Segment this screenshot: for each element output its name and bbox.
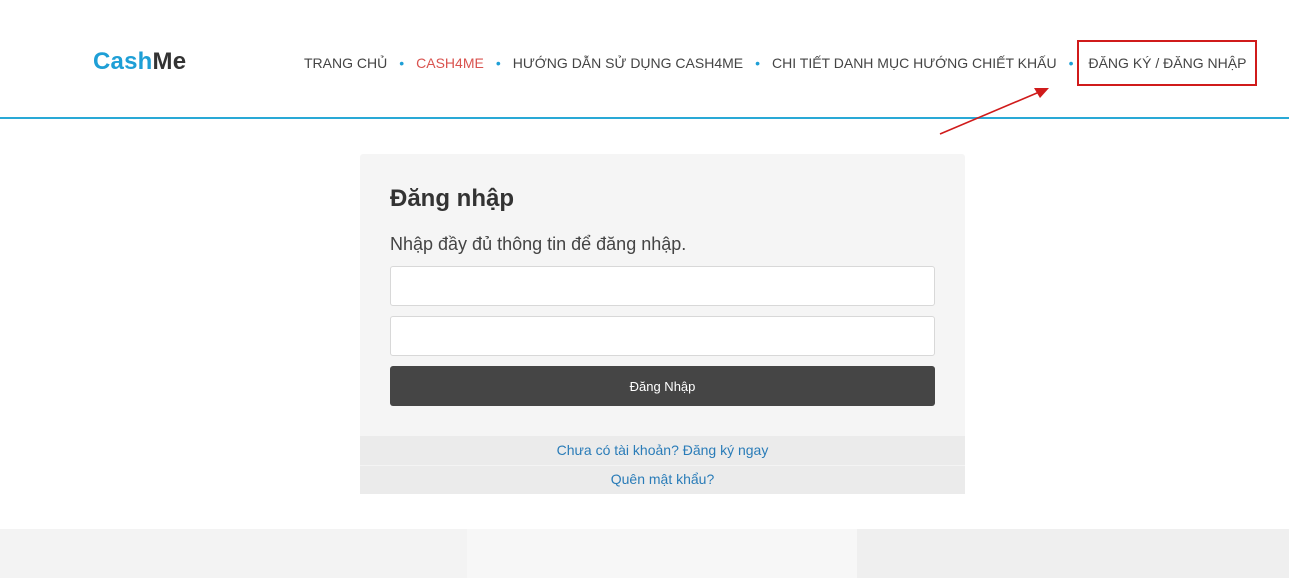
nav-cash4me[interactable]: CASH4ME: [416, 52, 484, 74]
footer-band-right: [857, 529, 1289, 578]
login-card: Đăng nhập Nhập đầy đủ thông tin để đăng …: [360, 154, 965, 494]
footer-band-middle: [467, 529, 857, 578]
main-nav: TRANG CHỦ • CASH4ME • HƯỚNG DẪN SỬ DỤNG …: [304, 40, 1258, 86]
logo-part-cash: Cash: [93, 48, 153, 75]
nav-discount-details[interactable]: CHI TIẾT DANH MỤC HƯỚNG CHIẾT KHẤU: [772, 52, 1057, 74]
password-input[interactable]: [390, 316, 935, 356]
nav-separator: •: [495, 55, 501, 71]
nav-register-login[interactable]: ĐĂNG KÝ / ĐĂNG NHẬP: [1077, 40, 1258, 86]
nav-separator: •: [1068, 55, 1074, 71]
annotation-arrow-icon: [939, 88, 1049, 135]
login-button[interactable]: Đăng Nhập: [390, 366, 935, 406]
logo-part-me: Me: [152, 48, 187, 75]
register-link[interactable]: Chưa có tài khoản? Đăng ký ngay: [360, 440, 965, 460]
forgot-password-link[interactable]: Quên mật khẩu?: [360, 469, 965, 489]
nav-separator: •: [755, 55, 761, 71]
footer-divider: [360, 465, 965, 466]
username-input[interactable]: [390, 266, 935, 306]
nav-home[interactable]: TRANG CHỦ: [304, 52, 387, 74]
nav-guide[interactable]: HƯỚNG DẪN SỬ DỤNG CASH4ME: [513, 52, 743, 74]
login-subtitle: Nhập đầy đủ thông tin để đăng nhập.: [390, 234, 687, 254]
login-title: Đăng nhập: [390, 185, 514, 212]
site-logo[interactable]: CashMe: [93, 47, 186, 77]
footer-band-left: [0, 529, 467, 578]
login-card-footer: Chưa có tài khoản? Đăng ký ngay Quên mật…: [360, 436, 965, 494]
site-header: CashMe TRANG CHỦ • CASH4ME • HƯỚNG DẪN S…: [0, 0, 1289, 119]
nav-separator: •: [399, 55, 405, 71]
